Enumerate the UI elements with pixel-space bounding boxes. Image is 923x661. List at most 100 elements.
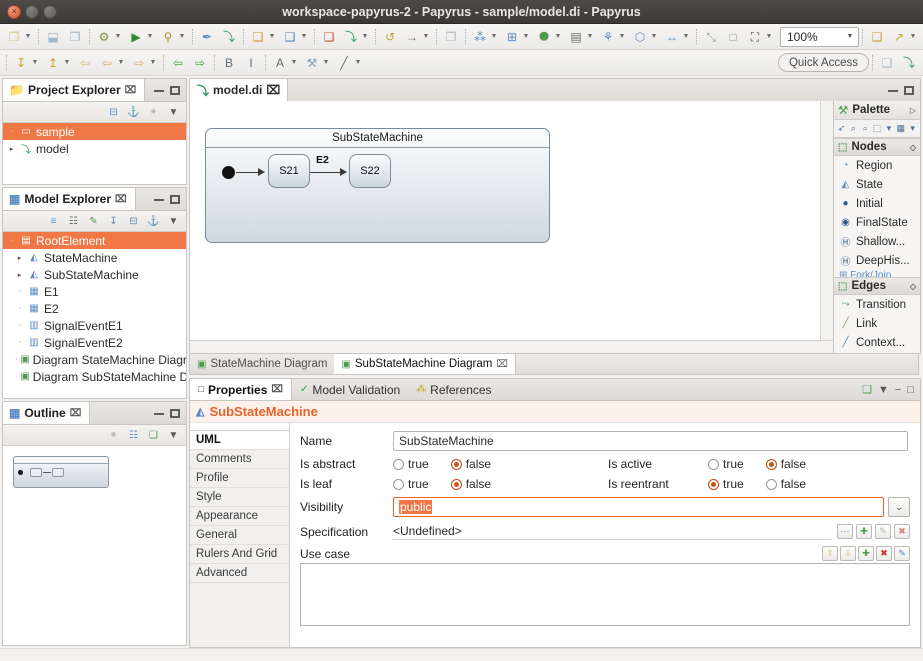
properties-nav-appearance[interactable]: Appearance xyxy=(190,507,289,526)
properties-nav-rulers-and-grid[interactable]: Rulers And Grid xyxy=(190,545,289,564)
profile-button[interactable]: ⚲ ▼ xyxy=(157,26,189,48)
chevron-down-icon[interactable]: ▼ xyxy=(353,54,363,72)
refresh-outline-icon[interactable]: ⁕ xyxy=(106,428,121,443)
twisty-icon[interactable]: ▸ xyxy=(15,254,24,262)
marquee-tool-icon[interactable]: ⬚ xyxy=(872,122,883,136)
delete-usecase-button[interactable]: ✖ xyxy=(876,546,892,561)
save-all-button[interactable]: ❐ xyxy=(64,26,86,48)
papyrus-perspective-btn-button[interactable]: ⤵ xyxy=(898,52,920,74)
initial-pseudostate[interactable] xyxy=(222,166,235,179)
minimize-view-icon[interactable] xyxy=(154,89,164,92)
palette-settings-icon[interactable]: ▦ xyxy=(895,122,906,136)
new-document-button[interactable]: ❐ ▼ xyxy=(3,26,35,48)
model-explorer-tree[interactable]: · ▤ RootElement ▸ ◭ StateMachine ▸ ◭ SubStateMac… xyxy=(3,232,186,398)
delete-specification-button[interactable]: ✖ xyxy=(894,524,910,539)
chevron-down-icon[interactable]: ▼ xyxy=(177,28,187,46)
close-icon[interactable]: ⌧ xyxy=(271,384,283,395)
line-color-button[interactable]: ╱ ▼ xyxy=(333,52,365,74)
chevron-down-icon[interactable]: ▼ xyxy=(585,28,595,46)
chevron-down-icon[interactable]: ▼ xyxy=(62,54,72,72)
minimize-view-icon[interactable] xyxy=(154,412,164,415)
tree-item-rootelement[interactable]: · ▤ RootElement xyxy=(3,232,186,249)
palette-item-shallow[interactable]: Ⓗ Shallow... xyxy=(834,232,920,251)
pin-view-icon[interactable]: ❑ xyxy=(862,383,872,396)
transition-e2-label[interactable]: E2 xyxy=(316,154,329,166)
edit-usecase-button[interactable]: ✎ xyxy=(894,546,910,561)
window-maximize-button[interactable] xyxy=(43,4,57,19)
open-perspective-button[interactable]: ❑ xyxy=(866,26,888,48)
maximize-view-icon[interactable] xyxy=(170,408,180,418)
palette-item-deephis[interactable]: Ⓗ DeepHis... xyxy=(834,251,920,270)
is-abstract-false-option[interactable]: false xyxy=(450,457,491,471)
twisty-icon[interactable]: · xyxy=(15,339,24,346)
radio-icon[interactable] xyxy=(708,458,719,470)
palette-item-context[interactable]: ╱ Context... xyxy=(834,333,920,352)
marquee-dropdown-icon[interactable]: ▾ xyxy=(883,122,894,136)
close-icon[interactable]: ⌧ xyxy=(266,83,280,97)
edit-icon[interactable]: ✎ xyxy=(86,214,101,229)
order-button[interactable]: ▤ ▼ xyxy=(565,26,597,48)
chevron-down-icon[interactable]: ▼ xyxy=(299,28,309,46)
chevron-down-icon[interactable]: ▼ xyxy=(553,28,563,46)
tab-references[interactable]: ⁂ References xyxy=(408,379,499,400)
twisty-icon[interactable]: · xyxy=(7,128,16,135)
quick-access-search[interactable]: Quick Access xyxy=(777,53,869,72)
is-leaf-radiogroup[interactable]: true false xyxy=(393,477,608,491)
papyrus-perspective-button[interactable]: ↗ ▼ xyxy=(888,26,920,48)
close-icon[interactable]: ⌧ xyxy=(496,359,508,370)
properties-nav-profile[interactable]: Profile xyxy=(190,469,289,488)
outline-thumbnail[interactable] xyxy=(13,456,109,488)
diagram-tab-substatemachine-diagram[interactable]: ▣ SubStateMachine Diagram ⌧ xyxy=(334,354,516,374)
back-nav-button[interactable]: ⇦ xyxy=(74,52,96,74)
is-abstract-radiogroup[interactable]: true false xyxy=(393,457,608,471)
window-close-button[interactable]: × xyxy=(7,4,21,19)
font-up-button[interactable]: ↥ ▼ xyxy=(42,52,74,74)
maximize-view-icon[interactable]: □ xyxy=(907,384,914,396)
twisty-icon[interactable]: · xyxy=(15,322,24,329)
radio-icon[interactable] xyxy=(765,478,777,490)
radio-icon[interactable] xyxy=(393,478,404,490)
view-menu-icon[interactable]: ▼ xyxy=(166,428,181,443)
is-active-true-option[interactable]: true xyxy=(708,457,744,471)
zoom-level-combo[interactable]: 100% ▼ xyxy=(780,26,859,47)
visibility-dropdown-button[interactable]: ⌄ xyxy=(888,497,910,517)
redo-nav-button[interactable]: ⇨ xyxy=(189,52,211,74)
perspective-add-button[interactable]: ❑ xyxy=(876,52,898,74)
palette-header[interactable]: ⚒ Palette ▷ xyxy=(834,101,920,120)
twisty-icon[interactable]: · xyxy=(7,237,16,244)
debug-button[interactable]: ⚙ ▼ xyxy=(93,26,125,48)
substatemachine-frame[interactable]: SubStateMachine S21 E2 S22 xyxy=(205,128,550,243)
tab-model-explorer[interactable]: ▦ Model Explorer ⌧ xyxy=(3,188,136,210)
palette-settings-dropdown-icon[interactable]: ▾ xyxy=(907,122,918,136)
rotate-button[interactable]: ⬡ ▼ xyxy=(629,26,661,48)
radio-icon[interactable] xyxy=(450,478,462,490)
chevron-down-icon[interactable]: ▼ xyxy=(321,54,331,72)
chevron-down-icon[interactable]: ▼ xyxy=(617,28,627,46)
arrow-right-button[interactable]: → ▼ xyxy=(401,26,433,48)
add-usecase-button[interactable]: ✚ xyxy=(858,546,874,561)
is-active-false-option[interactable]: false xyxy=(765,457,806,471)
radio-icon[interactable] xyxy=(708,478,719,490)
chevron-down-icon[interactable]: ▼ xyxy=(681,28,691,46)
minimize-view-icon[interactable] xyxy=(154,198,164,201)
palette-expand-icon[interactable]: ▷ xyxy=(910,106,916,115)
name-input[interactable]: SubStateMachine xyxy=(393,431,908,451)
chevron-down-icon[interactable]: ▼ xyxy=(489,28,499,46)
palette-item-finalstate[interactable]: ◉ FinalState xyxy=(834,213,920,232)
prev-button[interactable]: ⇦ ▼ xyxy=(96,52,128,74)
tab-properties[interactable]: □ Properties ⌧ xyxy=(190,379,292,400)
tree-outline-icon[interactable]: ☷ xyxy=(126,428,141,443)
chevron-down-icon[interactable]: ▼ xyxy=(521,28,531,46)
tab-outline[interactable]: ▦ Outline ⌧ xyxy=(3,402,91,424)
filter-button[interactable]: ⚘ ▼ xyxy=(597,26,629,48)
chevron-down-icon[interactable]: ▼ xyxy=(360,28,370,46)
properties-nav-comments[interactable]: Comments xyxy=(190,450,289,469)
edit-specification-button[interactable]: ✎ xyxy=(875,524,891,539)
list-view-icon[interactable]: ≡ xyxy=(46,214,61,229)
radio-icon[interactable] xyxy=(393,458,404,470)
diagram-canvas[interactable]: SubStateMachine S21 E2 S22 xyxy=(190,101,820,340)
palette-item-truncated[interactable]: ⊞ Fork/Join xyxy=(834,270,920,277)
visibility-input[interactable]: public xyxy=(393,497,884,517)
properties-nav-uml[interactable]: UML xyxy=(190,431,289,450)
is-leaf-false-option[interactable]: false xyxy=(450,477,491,491)
